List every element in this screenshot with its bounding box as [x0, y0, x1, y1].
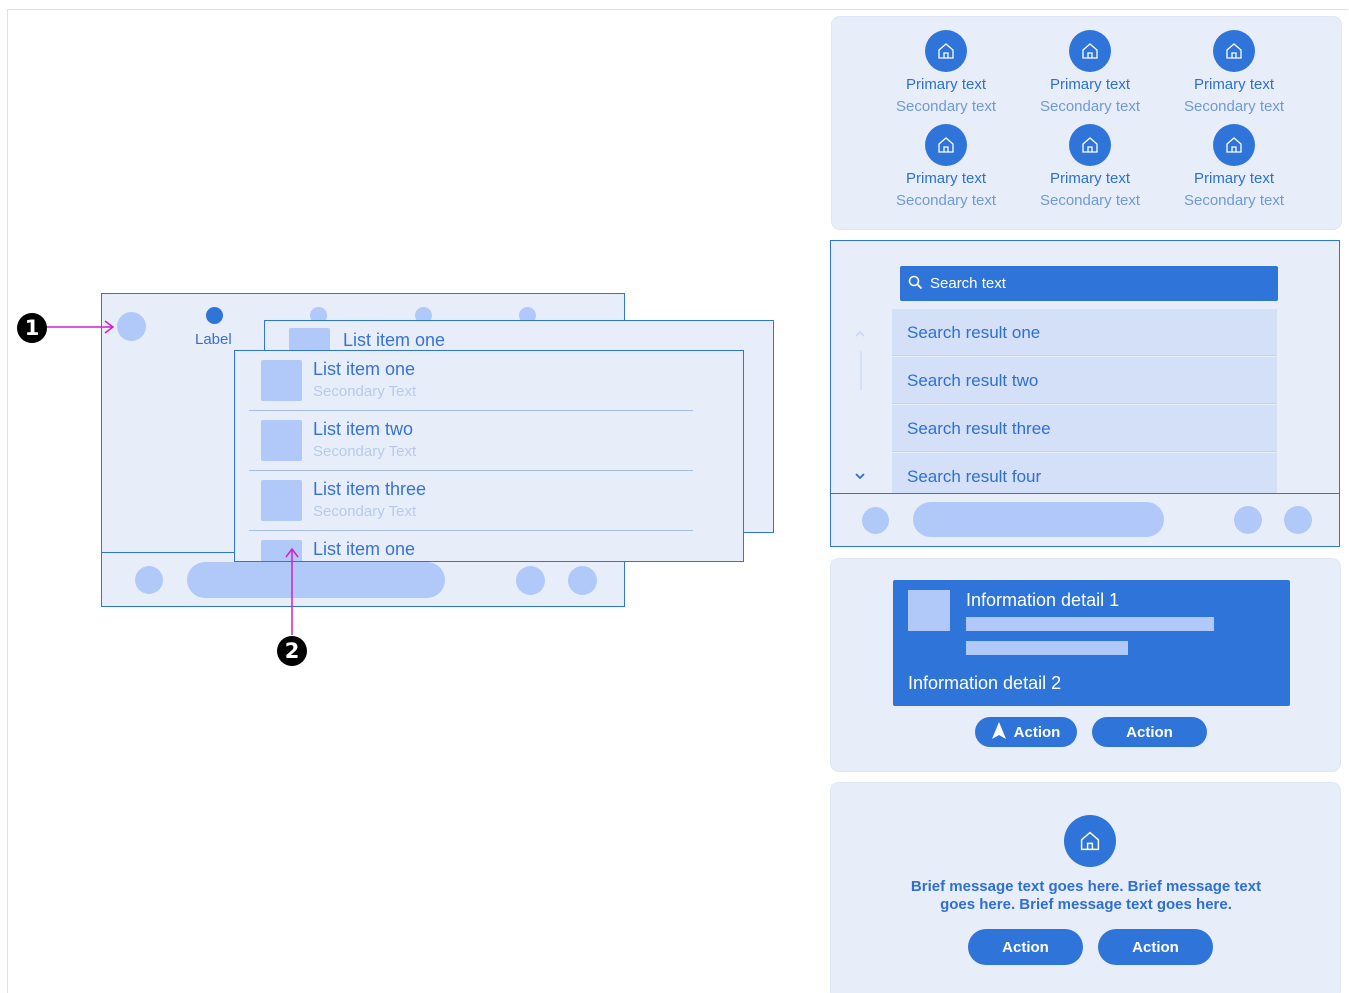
bottom-bar-button[interactable]: [568, 566, 597, 595]
list-item-title: List item three: [313, 479, 427, 499]
placeholder-line: [966, 617, 1214, 631]
grid-primary-text: Primary text: [905, 76, 986, 93]
home-icon: [925, 30, 967, 72]
info-card[interactable]: Information detail 1 Information detail …: [893, 580, 1290, 706]
bottom-bar-button[interactable]: [1284, 506, 1312, 534]
search-result-label: Search result one: [907, 323, 1041, 342]
action-button[interactable]: Action: [968, 929, 1083, 965]
home-icon: [1064, 815, 1116, 867]
list-item-title: List item one: [313, 359, 416, 379]
grid-panel: Primary text Secondary text Primary text…: [832, 17, 1341, 229]
action-label: Action: [1002, 938, 1049, 956]
grid-secondary-text: Secondary text: [1183, 192, 1285, 209]
chevron-down-icon[interactable]: [854, 467, 866, 485]
grid-secondary-text: Secondary text: [1039, 98, 1141, 115]
list-item-secondary: Secondary Text: [313, 383, 417, 400]
list-screen-front: List item one Secondary Text List item t…: [234, 350, 744, 562]
list-thumbnail: [261, 420, 302, 461]
action-label: Action: [1126, 723, 1173, 741]
search-result-label: Search result four: [907, 467, 1042, 486]
list-item[interactable]: List item one Secondary Text: [249, 351, 693, 411]
callout-number-2: 2: [277, 636, 307, 666]
grid-primary-text: Primary text: [1049, 76, 1130, 93]
search-query: Search text: [930, 275, 1006, 292]
grid-cell[interactable]: Primary text Secondary text: [1162, 30, 1306, 115]
action-button[interactable]: Action: [1098, 929, 1213, 965]
grid-primary-text: Primary text: [1193, 76, 1274, 93]
list-thumbnail: [261, 360, 302, 401]
grid-cell[interactable]: Primary text Secondary text: [1018, 124, 1162, 209]
list-item[interactable]: List item two Secondary Text: [249, 411, 693, 471]
placeholder-line: [966, 641, 1128, 655]
bottom-bar-pill[interactable]: [913, 502, 1164, 537]
action-label: Action: [1132, 938, 1179, 956]
action-label: Action: [1013, 723, 1061, 741]
grid-secondary-text: Secondary text: [895, 192, 997, 209]
list-thumbnail: [261, 540, 302, 561]
bottom-bar-button[interactable]: [516, 566, 545, 595]
search-input[interactable]: Search text: [900, 266, 1278, 301]
message-panel: Brief message text goes here. Brief mess…: [831, 783, 1340, 993]
home-icon: [925, 124, 967, 166]
list-item-title: List item one: [313, 539, 416, 559]
navigation-arrow-icon: [991, 721, 1006, 743]
grid-primary-text: Primary text: [1049, 170, 1130, 187]
info-detail-2: Information detail 2: [908, 673, 1062, 693]
list-item-secondary: Secondary Text: [313, 503, 417, 520]
search-result[interactable]: Search result four: [892, 453, 1277, 493]
message-line-1: Brief message text goes here. Brief mess…: [910, 878, 1262, 895]
search-result[interactable]: Search result one: [892, 309, 1277, 356]
info-detail-1: Information detail 1: [966, 590, 1120, 610]
bottom-bar-pill[interactable]: [187, 562, 445, 598]
home-icon: [1213, 124, 1255, 166]
grid-primary-text: Primary text: [905, 170, 986, 187]
nav-dot-active[interactable]: [206, 307, 223, 324]
action-button[interactable]: Action: [1092, 717, 1207, 747]
bottom-bar-button[interactable]: [862, 507, 889, 534]
list-item[interactable]: List item three Secondary Text: [249, 471, 693, 531]
grid-primary-text: Primary text: [1193, 170, 1274, 187]
list-item-title: List item one: [343, 330, 446, 350]
bottom-bar-button[interactable]: [1234, 506, 1262, 534]
grid-secondary-text: Secondary text: [1183, 98, 1285, 115]
list-item-title: List item two: [313, 419, 414, 439]
home-icon: [1213, 30, 1255, 72]
callout-number-1: 1: [17, 313, 47, 343]
nav-label: Label: [195, 331, 232, 348]
avatar-placeholder: [117, 312, 146, 341]
search-panel: Search text Search result one Search res…: [830, 240, 1340, 547]
list-item[interactable]: List item one: [249, 531, 693, 561]
message-line-2: goes here. Brief message text goes here.: [940, 896, 1232, 913]
info-panel: Information detail 1 Information detail …: [831, 559, 1340, 771]
grid-cell[interactable]: Primary text Secondary text: [874, 124, 1018, 209]
search-result[interactable]: Search result two: [892, 357, 1277, 404]
grid-cell[interactable]: Primary text Secondary text: [1162, 124, 1306, 209]
grid-secondary-text: Secondary text: [1039, 192, 1141, 209]
navigate-action-button[interactable]: Action: [975, 717, 1077, 747]
chevron-up-icon[interactable]: [854, 325, 866, 343]
search-result-label: Search result two: [907, 371, 1039, 390]
search-icon: [908, 275, 923, 294]
list-thumbnail: [261, 480, 302, 521]
grid-secondary-text: Secondary text: [895, 98, 997, 115]
bottom-bar: [831, 493, 1339, 546]
grid-cell[interactable]: Primary text Secondary text: [1018, 30, 1162, 115]
home-icon: [1069, 30, 1111, 72]
list-item-secondary: Secondary Text: [313, 443, 417, 460]
search-result[interactable]: Search result three: [892, 405, 1277, 452]
scrollbar[interactable]: [860, 351, 862, 391]
info-thumbnail: [908, 590, 950, 631]
search-result-label: Search result three: [907, 419, 1051, 438]
home-icon: [1069, 124, 1111, 166]
bottom-bar-button[interactable]: [135, 566, 163, 594]
grid-cell[interactable]: Primary text Secondary text: [874, 30, 1018, 115]
